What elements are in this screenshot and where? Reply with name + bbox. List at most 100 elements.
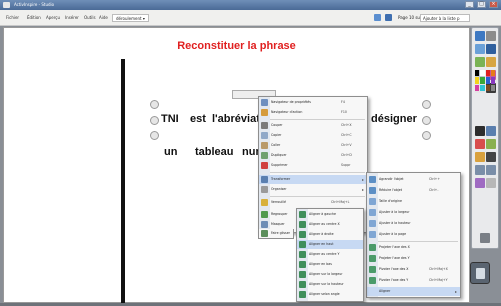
maximize-button[interactable]: □ (477, 1, 486, 8)
menu-item-align-center-y[interactable]: Aligner au centre Y (297, 250, 363, 259)
sentence-word[interactable]: TNI (161, 113, 179, 125)
sentence-word[interactable]: tableau (195, 146, 234, 158)
fit-width-icon (369, 209, 376, 216)
menu-item-original-size[interactable]: Taille d'origine (367, 197, 460, 206)
fill-icon[interactable] (475, 152, 485, 162)
lock-icon (261, 199, 268, 206)
selection-handle[interactable] (150, 100, 159, 109)
redo-icon[interactable] (486, 165, 496, 175)
close-button[interactable]: × (489, 1, 498, 8)
vertical-line[interactable] (121, 59, 125, 303)
menu-item-label: Aligner en bas (309, 262, 332, 266)
menu-aide[interactable]: Aide (99, 10, 108, 26)
sentence-word[interactable]: est (190, 113, 206, 125)
menu-item-fit-page[interactable]: Ajuster à la page (367, 230, 460, 239)
menu-item-align-width[interactable]: Aligner sur la largeur (297, 270, 363, 279)
menu-item-paste[interactable]: Coller Ctrl+V (259, 141, 367, 150)
drag-icon (261, 230, 268, 237)
select-icon[interactable] (475, 126, 485, 136)
selection-handle[interactable] (150, 116, 159, 125)
menu-item-label: Ajuster à la largeur (379, 210, 410, 214)
menu-item-shortcut: Ctrl+C (341, 133, 352, 137)
menu-item-action-browser[interactable]: Navigateur d'action F10 (259, 108, 367, 117)
menu-outils[interactable]: Outils (84, 10, 96, 26)
menu-apercu[interactable]: Aperçu (46, 10, 60, 26)
menu-item-rotate-x[interactable]: Pivoter l'axe des X Ctrl+Maj+X (367, 265, 460, 274)
align-bottom-icon (299, 261, 306, 268)
text-icon[interactable] (486, 152, 496, 162)
menu-item-enlarge[interactable]: Agrandir l'objet Ctrl++ (367, 175, 460, 184)
menu-item-duplicate[interactable]: Dupliquer Ctrl+D (259, 151, 367, 160)
menu-item-label: Aligner à gauche (309, 212, 336, 216)
selection-handle[interactable] (422, 116, 431, 125)
menu-item-align-left[interactable]: Aligner à gauche (297, 210, 363, 219)
menu-item-align-angle[interactable]: Aligner selon angle (297, 290, 363, 299)
selection-handle[interactable] (150, 131, 159, 140)
undo-icon[interactable] (475, 165, 485, 175)
sentence-word[interactable]: un (164, 146, 177, 158)
sentence-word[interactable]: désigner (371, 113, 417, 125)
selection-handle[interactable] (422, 100, 431, 109)
toolbox-settings-icon[interactable] (486, 31, 496, 41)
menu-item-align-top[interactable]: Aligner en haut (297, 240, 363, 249)
menu-item-align-center-x[interactable]: Aligner au centre X (297, 220, 363, 229)
menu-item-shortcut: Ctrl+D (341, 153, 352, 157)
reset-icon[interactable] (486, 178, 496, 188)
paste-icon (261, 142, 268, 149)
menu-item-drag[interactable]: Faire glisser (259, 229, 293, 238)
menu-item-align[interactable]: Aligner ▸ (367, 287, 460, 296)
minimize-button[interactable]: _ (465, 1, 474, 8)
menu-item-transform[interactable]: Transformer ▸ (259, 175, 367, 184)
submenu-arrow-icon: ▸ (361, 177, 364, 182)
enlarge-icon (369, 176, 376, 183)
menu-item-fit-height[interactable]: Ajuster à la hauteur (367, 219, 460, 228)
menu-item-arrange[interactable]: Organiser ▸ (259, 185, 367, 194)
menu-item-flip-y[interactable]: Projeter l'axe des Y (367, 254, 460, 263)
menu-item-align-right[interactable]: Aligner à droite (297, 230, 363, 239)
main-menu-icon[interactable] (475, 31, 485, 41)
page-navigator-icon[interactable] (486, 44, 496, 54)
original-size-icon (369, 198, 376, 205)
marker-icon[interactable] (486, 126, 496, 136)
align-angle-icon (299, 291, 306, 298)
resource-icon[interactable] (475, 57, 485, 67)
selection-handle[interactable] (422, 131, 431, 140)
magic-ink-icon[interactable] (475, 178, 485, 188)
flipchart-tab[interactable]: déroulement ▾ (112, 14, 149, 22)
color-palette[interactable] (475, 70, 495, 91)
align-center-y-icon (299, 251, 306, 258)
menu-item-lock[interactable]: Verrouillé Ctrl+Maj+L (259, 198, 367, 207)
browser-icon[interactable] (475, 44, 485, 54)
add-page-dropdown[interactable]: Ajouter à la liste p (420, 14, 470, 22)
flipchart-tab-label: déroulement (116, 16, 142, 21)
notes-icon[interactable] (486, 57, 496, 67)
shape-icon[interactable] (475, 139, 485, 149)
menu-item-rotate-y[interactable]: Pivoter l'axe des Y Ctrl+Maj+Y (367, 276, 460, 285)
grid-view-icon[interactable] (374, 14, 381, 21)
menu-item-copy[interactable]: Copier Ctrl+C (259, 131, 367, 140)
menu-item-shortcut: Ctrl+Maj+Y (429, 278, 448, 282)
sentence-word[interactable]: l'abréviat (212, 113, 260, 125)
fit-height-icon (369, 220, 376, 227)
connector-icon[interactable] (486, 139, 496, 149)
menu-item-flip-x[interactable]: Projeter l'axe des X (367, 243, 460, 252)
menu-item-cut[interactable]: Couper Ctrl+X (259, 121, 367, 130)
properties-icon (261, 99, 268, 106)
cut-icon (261, 122, 268, 129)
menu-edition[interactable]: Édition (27, 10, 41, 26)
menu-inserer[interactable]: Insérer (65, 10, 79, 26)
menu-item-label: Dupliquer (271, 153, 287, 157)
menu-item-delete[interactable]: Supprimer Suppr (259, 161, 367, 170)
menu-item-align-bottom[interactable]: Aligner en bas (297, 260, 363, 269)
menu-item-properties[interactable]: Navigateur de propriétés F4 (259, 98, 367, 107)
trash-icon[interactable] (470, 262, 490, 284)
menu-item-label: Copier (271, 133, 282, 137)
main-toolbox (471, 27, 499, 249)
page-view-icon[interactable] (385, 14, 392, 21)
menu-item-align-height[interactable]: Aligner sur la hauteur (297, 280, 363, 289)
menu-item-shrink[interactable]: Réduire l'objet Ctrl+- (367, 186, 460, 195)
toolbox-expand-icon[interactable] (480, 233, 490, 243)
align-height-icon (299, 281, 306, 288)
menu-item-fit-width[interactable]: Ajuster à la largeur (367, 208, 460, 217)
menu-fichier[interactable]: Fichier (6, 10, 19, 26)
